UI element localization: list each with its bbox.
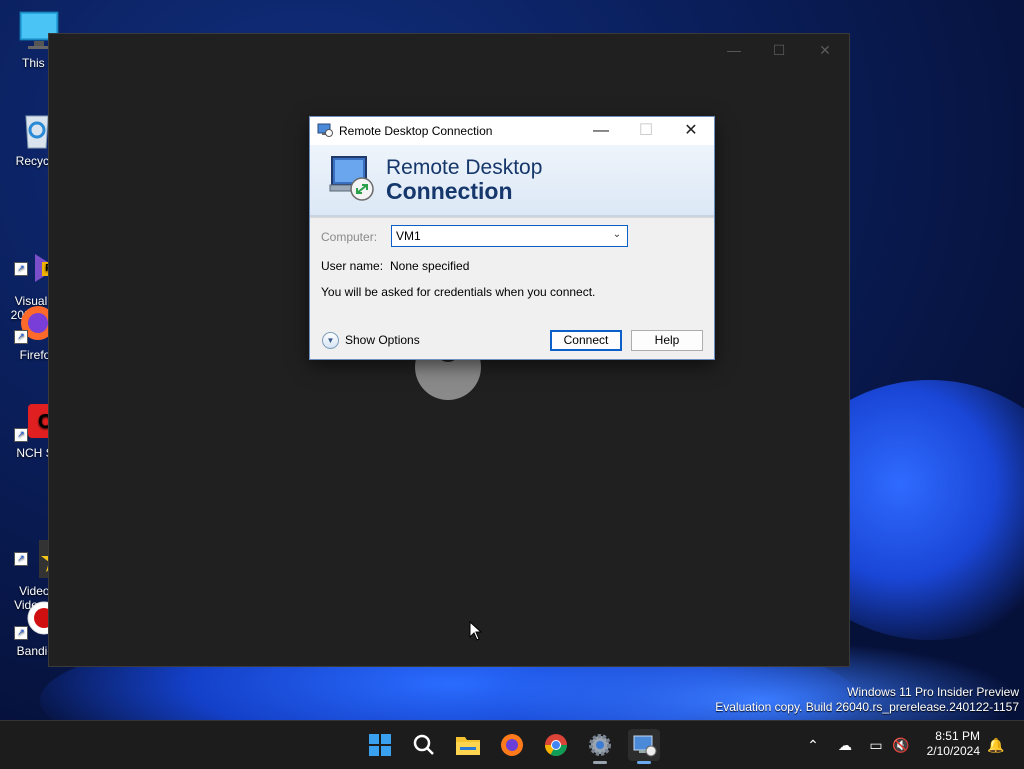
notification-bell-icon[interactable]: 🔔: [986, 735, 1006, 755]
close-button[interactable]: ✕: [668, 117, 714, 145]
clock-time: 8:51 PM: [935, 729, 980, 743]
evaluation-watermark: Windows 11 Pro Insider Preview Evaluatio…: [715, 685, 1019, 715]
volume-muted-icon[interactable]: 🔇: [891, 735, 911, 755]
active-indicator: [637, 761, 651, 764]
settings-button[interactable]: [584, 729, 616, 764]
clock-date: 2/10/2024: [926, 744, 980, 758]
shortcut-arrow-icon: ↗: [14, 262, 28, 276]
banner-title-line2: Connection: [386, 178, 513, 204]
onedrive-icon[interactable]: ☁: [835, 735, 855, 755]
remote-desktop-button[interactable]: [628, 729, 660, 764]
chevron-up-icon[interactable]: ⌃: [803, 735, 823, 755]
chrome-icon: [545, 734, 567, 756]
remote-desktop-dialog[interactable]: Remote Desktop Connection — ☐ ✕ Remote D…: [309, 116, 715, 360]
computer-value[interactable]: VM1: [396, 229, 421, 243]
file-explorer-icon: [456, 737, 480, 755]
maximize-icon[interactable]: ☐: [764, 42, 794, 58]
remote-desktop-icon: [633, 735, 657, 757]
start-icon: [369, 734, 391, 756]
chevron-down-icon[interactable]: ⌄: [611, 228, 623, 242]
desktop-icon-label: Firefo: [19, 348, 51, 362]
close-icon: ✕: [684, 122, 698, 139]
username-value: None specified: [390, 259, 470, 273]
shortcut-arrow-icon: ↗: [14, 428, 28, 442]
expand-chevron-icon[interactable]: ▼: [322, 332, 339, 349]
system-clock[interactable]: 8:51 PM 2/10/2024: [927, 729, 980, 759]
help-button[interactable]: Help: [631, 330, 703, 351]
search-icon: [413, 734, 434, 755]
divider: [310, 217, 714, 218]
mouse-cursor-icon: [469, 620, 483, 641]
firefox-button[interactable]: [496, 729, 528, 761]
maximize-button: ☐: [623, 117, 669, 145]
connect-button[interactable]: Connect: [550, 330, 622, 351]
minimize-icon: —: [593, 122, 609, 139]
minimize-icon[interactable]: —: [719, 42, 749, 58]
show-options-label[interactable]: Show Options: [345, 333, 420, 347]
firefox-icon: [501, 734, 523, 756]
watermark-line2: Evaluation copy. Build 26040.rs_prerelea…: [715, 700, 1019, 714]
dialog-title: Remote Desktop Connection: [339, 124, 493, 138]
banner-title-line1: Remote Desktop: [386, 156, 543, 179]
chrome-button[interactable]: [540, 729, 572, 761]
file-explorer-button[interactable]: [452, 729, 484, 761]
shortcut-arrow-icon: ↗: [14, 552, 28, 566]
username-label: User name:: [321, 259, 384, 273]
network-icon[interactable]: ▭: [866, 735, 886, 755]
title-bar[interactable]: Remote Desktop Connection — ☐ ✕: [310, 117, 714, 145]
computer-label: Computer:: [321, 230, 378, 244]
settings-icon: [589, 734, 611, 756]
computer-combobox[interactable]: VM1 ⌄: [391, 225, 628, 247]
close-icon[interactable]: ✕: [810, 42, 840, 58]
maximize-icon: ☐: [638, 122, 654, 139]
minimize-button[interactable]: —: [578, 117, 624, 145]
shortcut-arrow-icon: ↗: [14, 330, 28, 344]
watermark-line1: Windows 11 Pro Insider Preview: [847, 685, 1019, 699]
search-button[interactable]: [408, 729, 440, 761]
credentials-info-text: You will be asked for credentials when y…: [321, 285, 596, 299]
remote-desktop-logo-icon: [326, 153, 376, 203]
running-indicator: [593, 761, 607, 764]
dialog-banner: Remote Desktop Connection: [310, 145, 714, 217]
taskbar: ⌃ ☁ ▭ 🔇 8:51 PM 2/10/2024 🔔: [0, 720, 1024, 769]
start-button[interactable]: [364, 729, 396, 761]
remote-desktop-icon: [317, 123, 333, 137]
shortcut-arrow-icon: ↗: [14, 626, 28, 640]
